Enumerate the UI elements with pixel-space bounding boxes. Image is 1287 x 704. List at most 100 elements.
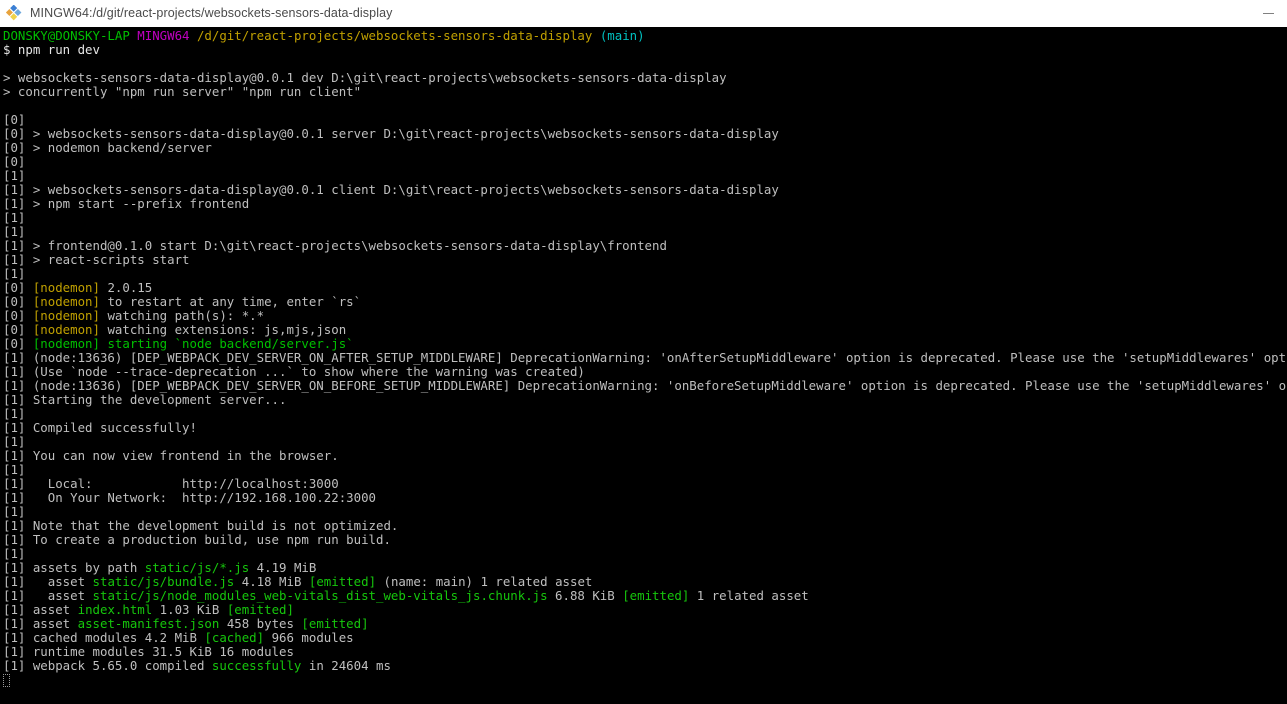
- terminal-line: [1]: [1, 267, 1287, 281]
- terminal-text-segment: $ npm run dev: [3, 42, 100, 57]
- terminal-text-segment: [nodemon]: [32, 308, 100, 323]
- terminal-line: [0] [nodemon] watching path(s): *.*: [1, 309, 1287, 323]
- terminal-text-segment: (name: main) 1 related asset: [376, 574, 593, 589]
- terminal-text-segment: [0] > nodemon backend/server: [3, 140, 212, 155]
- terminal-text-segment: [1] runtime modules 31.5 KiB 16 modules: [3, 644, 294, 659]
- terminal-line: [1] (Use `node --trace-deprecation ...` …: [1, 365, 1287, 379]
- terminal-line: [1] webpack 5.65.0 compiled successfully…: [1, 659, 1287, 673]
- terminal-text-segment: 6.88 KiB: [547, 588, 623, 603]
- terminal-line: [1] Local: http://localhost:3000: [1, 477, 1287, 491]
- terminal-text-segment: [1] Local: http://localhost:3000: [3, 476, 339, 491]
- terminal-line: [1] Note that the development build is n…: [1, 519, 1287, 533]
- terminal-text-segment: > concurrently "npm run server" "npm run…: [3, 84, 362, 99]
- terminal-text-segment: [1] > websockets-sensors-data-display@0.…: [3, 182, 779, 197]
- window-controls: [1250, 0, 1287, 27]
- terminal-text-segment: static/js/*.js: [144, 560, 250, 575]
- terminal-text-segment: [1]: [3, 224, 26, 239]
- terminal-output[interactable]: DONSKY@DONSKY-LAP MINGW64 /d/git/react-p…: [0, 27, 1287, 704]
- terminal-text-segment: [nodemon]: [32, 322, 100, 337]
- terminal-text-segment: [1] Compiled successfully!: [3, 420, 197, 435]
- terminal-line: [1] runtime modules 31.5 KiB 16 modules: [1, 645, 1287, 659]
- terminal-text-segment: [emitted]: [301, 616, 369, 631]
- terminal-line: [0] > nodemon backend/server: [1, 141, 1287, 155]
- terminal-text-segment: 1 related asset: [689, 588, 809, 603]
- terminal-text-segment: [nodemon]: [32, 280, 100, 295]
- terminal-line: [1] > npm start --prefix frontend: [1, 197, 1287, 211]
- terminal-text-segment: [1]: [3, 266, 26, 281]
- terminal-text-segment: [1]: [3, 210, 26, 225]
- terminal-text-segment: asset-manifest.json: [77, 616, 220, 631]
- terminal-text-segment: 966 modules: [264, 630, 354, 645]
- minimize-button[interactable]: [1250, 0, 1287, 27]
- terminal-line: [1] Compiled successfully!: [1, 421, 1287, 435]
- terminal-line: [1]: [1, 463, 1287, 477]
- terminal-text-segment: [0]: [3, 280, 33, 295]
- terminal-line: [1] You can now view frontend in the bro…: [1, 449, 1287, 463]
- terminal-text-segment: [0] > websockets-sensors-data-display@0.…: [3, 126, 779, 141]
- terminal-line: [1]: [1, 407, 1287, 421]
- terminal-text-segment: 4.19 MiB: [249, 560, 317, 575]
- terminal-text-segment: [0]: [3, 294, 33, 309]
- terminal-text-segment: [0]: [3, 154, 26, 169]
- terminal-line: [1] asset static/js/node_modules_web-vit…: [1, 589, 1287, 603]
- terminal-line: [0]: [1, 113, 1287, 127]
- terminal-line: [1] > frontend@0.1.0 start D:\git\react-…: [1, 239, 1287, 253]
- terminal-line-list: DONSKY@DONSKY-LAP MINGW64 /d/git/react-p…: [1, 29, 1287, 673]
- terminal-text-segment: [nodemon]: [32, 294, 100, 309]
- terminal-line: [1] cached modules 4.2 MiB [cached] 966 …: [1, 631, 1287, 645]
- terminal-line: $ npm run dev: [1, 43, 1287, 57]
- terminal-text-segment: successfully: [211, 658, 302, 673]
- terminal-line: [1] asset asset-manifest.json 458 bytes …: [1, 617, 1287, 631]
- terminal-text-segment: > websockets-sensors-data-display@0.0.1 …: [3, 70, 727, 85]
- terminal-text-segment: [1] asset: [3, 602, 78, 617]
- terminal-text-segment: [1] asset: [3, 588, 93, 603]
- terminal-line: [0] [nodemon] starting `node backend/ser…: [1, 337, 1287, 351]
- terminal-text-segment: [1] On Your Network: http://192.168.100.…: [3, 490, 376, 505]
- terminal-line: [1]: [1, 547, 1287, 561]
- terminal-text-segment: (main): [599, 28, 645, 43]
- terminal-text-segment: 1.03 KiB: [152, 602, 227, 617]
- terminal-text-segment: [cached]: [204, 630, 265, 645]
- terminal-line: [1, 57, 1287, 71]
- terminal-text-segment: static/js/node_modules_web-vitals_dist_w…: [92, 588, 548, 603]
- terminal-line: [1]: [1, 211, 1287, 225]
- terminal-text-segment: [1]: [3, 462, 26, 477]
- terminal-line: > websockets-sensors-data-display@0.0.1 …: [1, 71, 1287, 85]
- terminal-line: [1] (node:13636) [DEP_WEBPACK_DEV_SERVER…: [1, 351, 1287, 365]
- terminal-line: [0] > websockets-sensors-data-display@0.…: [1, 127, 1287, 141]
- window-titlebar: MINGW64:/d/git/react-projects/websockets…: [0, 0, 1287, 27]
- terminal-text-segment: [0]: [3, 112, 26, 127]
- terminal-line: [1]: [1, 435, 1287, 449]
- terminal-text-segment: [1] Starting the development server...: [3, 392, 287, 407]
- terminal-text-segment: [0]: [3, 336, 33, 351]
- terminal-line: [1]: [1, 169, 1287, 183]
- terminal-line: [1] assets by path static/js/*.js 4.19 M…: [1, 561, 1287, 575]
- terminal-line: [0] [nodemon] watching extensions: js,mj…: [1, 323, 1287, 337]
- terminal-text-segment: [1] asset: [3, 616, 78, 631]
- terminal-line: [0]: [1, 155, 1287, 169]
- terminal-text-segment: [1] cached modules 4.2 MiB: [3, 630, 205, 645]
- terminal-text-segment: [1] (node:13636) [DEP_WEBPACK_DEV_SERVER…: [3, 350, 1287, 365]
- terminal-text-segment: [1]: [3, 546, 26, 561]
- terminal-line: DONSKY@DONSKY-LAP MINGW64 /d/git/react-p…: [1, 29, 1287, 43]
- terminal-line: [0] [nodemon] to restart at any time, en…: [1, 295, 1287, 309]
- terminal-text-segment: [1] (node:13636) [DEP_WEBPACK_DEV_SERVER…: [3, 378, 1287, 393]
- terminal-text-segment: [1]: [3, 504, 26, 519]
- terminal-line: [1] asset index.html 1.03 KiB [emitted]: [1, 603, 1287, 617]
- terminal-text-segment: watching path(s): *.*: [99, 308, 265, 323]
- terminal-text-segment: in 24604 ms: [301, 658, 391, 673]
- terminal-text-segment: [1] asset: [3, 574, 93, 589]
- terminal-text-segment: [1] > npm start --prefix frontend: [3, 196, 250, 211]
- mingw-diamond-icon: [5, 4, 22, 21]
- terminal-text-segment: 458 bytes: [219, 616, 302, 631]
- terminal-line: [1] > react-scripts start: [1, 253, 1287, 267]
- terminal-line: [1] asset static/js/bundle.js 4.18 MiB […: [1, 575, 1287, 589]
- terminal-line: [1] To create a production build, use np…: [1, 533, 1287, 547]
- terminal-text-segment: watching extensions: js,mjs,json: [99, 322, 347, 337]
- terminal-cursor: [3, 674, 10, 687]
- terminal-line: [1, 99, 1287, 113]
- terminal-text-segment: [1] assets by path: [3, 560, 145, 575]
- terminal-line: [1] > websockets-sensors-data-display@0.…: [1, 183, 1287, 197]
- terminal-text-segment: [1]: [3, 434, 26, 449]
- terminal-text-segment: static/js/bundle.js: [92, 574, 235, 589]
